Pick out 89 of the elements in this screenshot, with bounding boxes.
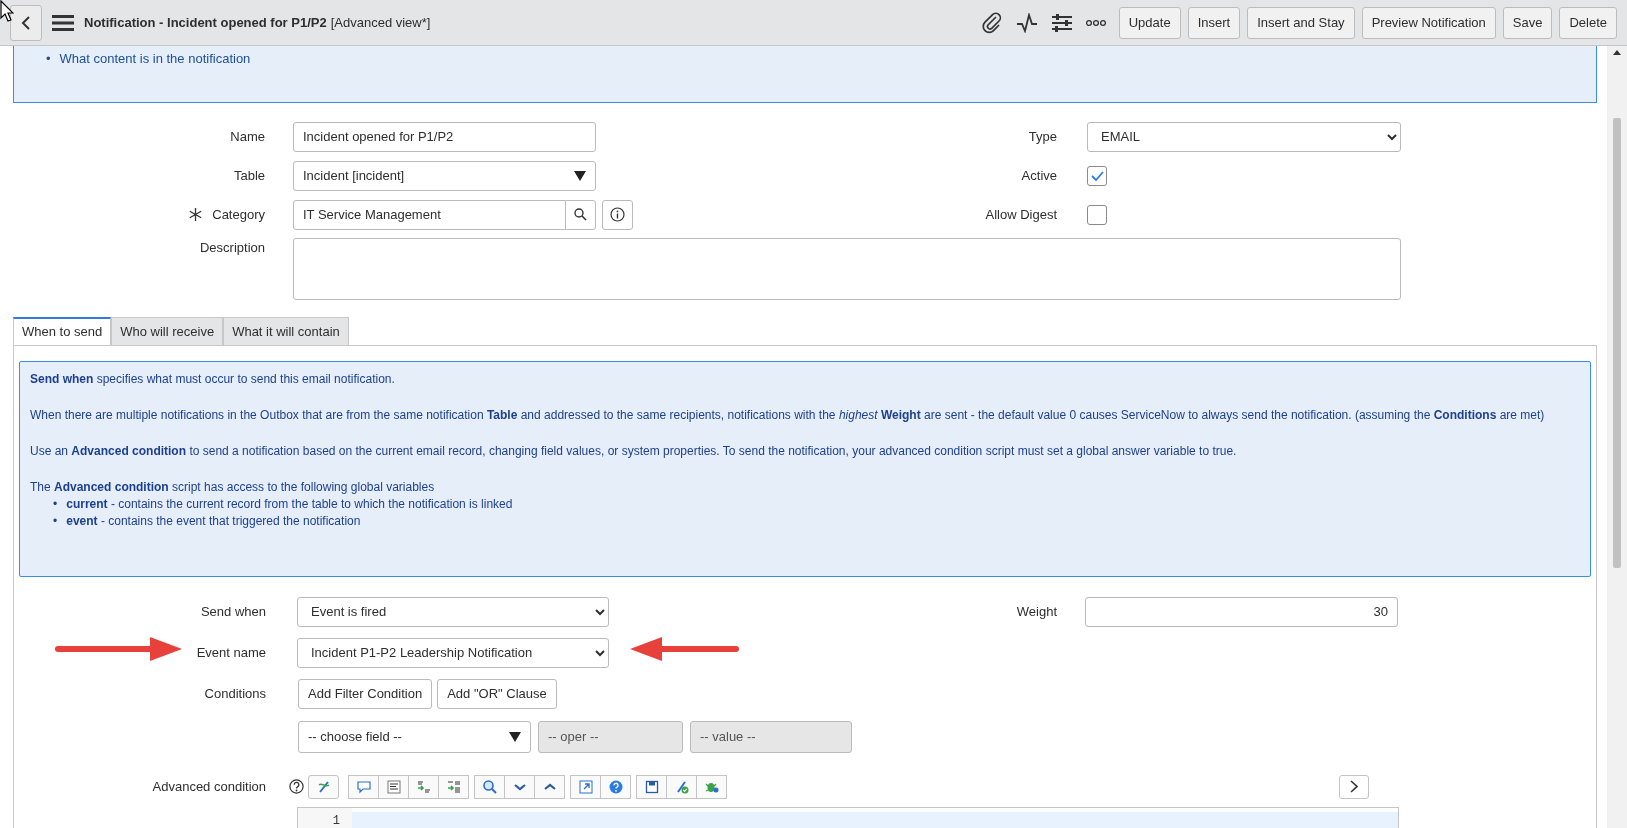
checkmark-icon <box>1090 170 1104 181</box>
toolbar-button[interactable] <box>378 774 409 799</box>
help-circle-icon <box>607 778 624 795</box>
help-text: Use an Advanced condition to send a notification based on the current email record, changing field values, or system properties. To send the notification, your advanced condition script must set a global answer variable to true. <box>30 443 1238 460</box>
bullet: • <box>53 496 58 513</box>
help-text: When there are multiple notifications in the Outbox that are from the same notification Table and addressed to the same recipients, notifications with the highest Weight are sent - the default value 0 causes ServiceNow to always send the notification. (assuming the Conditions are met) <box>30 407 1546 424</box>
field-label: Active <box>1020 166 1057 185</box>
toolbar-button[interactable] <box>696 774 727 799</box>
field-label: Weight <box>1015 602 1057 621</box>
search-icon <box>574 208 587 221</box>
scrollbar-thumb[interactable] <box>1613 118 1621 568</box>
speech-bubble-icon <box>355 778 372 795</box>
record-title: Notification - Incident opened for P1/P2 <box>84 13 327 32</box>
more-icon[interactable] <box>1085 18 1106 27</box>
text-lines-icon <box>385 778 402 795</box>
field-label: Event name <box>196 643 266 662</box>
mouse-pointer-icon <box>0 0 14 22</box>
help-text: Send when specifies what must occur to send this email notification. <box>30 371 396 388</box>
chevron-left-icon <box>21 14 31 31</box>
toolbar-button[interactable] <box>438 774 469 799</box>
type-select[interactable]: EMAIL <box>1087 121 1401 152</box>
bullet: • <box>46 50 51 67</box>
operator-field[interactable]: -- oper -- <box>538 721 683 753</box>
tab[interactable]: Who will receive <box>111 317 224 345</box>
field-label: Type <box>1027 127 1057 146</box>
help-text: current - contains the current record from the table to which the notification is linked <box>66 496 513 513</box>
info-icon <box>610 207 625 222</box>
condition-button[interactable]: Add "OR" Clause <box>437 678 557 709</box>
caret-down-icon <box>509 732 521 742</box>
menu-icon[interactable] <box>52 13 74 32</box>
field-label: Name <box>230 127 265 146</box>
scroll-up-icon[interactable] <box>1613 50 1621 55</box>
toolbar-button[interactable]: Insert <box>1187 6 1241 39</box>
sliders-icon[interactable] <box>1051 12 1072 33</box>
send-when-select[interactable]: Event is fired <box>297 596 609 627</box>
field-label: Table <box>233 166 265 185</box>
search-icon <box>481 778 498 795</box>
value-field[interactable]: -- value -- <box>690 721 852 753</box>
bullet: • <box>53 513 58 530</box>
toolbar-button[interactable] <box>534 774 565 799</box>
help-text: The Advanced condition script has access to the following global variables <box>30 479 436 496</box>
field-label: Advanced condition <box>152 777 266 796</box>
field-label: Allow Digest <box>984 205 1057 224</box>
checkbox[interactable] <box>1087 204 1107 225</box>
expand-icon <box>577 778 594 795</box>
toolbar-button[interactable] <box>600 774 631 799</box>
code-editor[interactable]: 1 <box>297 807 1399 828</box>
view-label: [Advanced view*] <box>330 13 431 32</box>
pulse-icon[interactable] <box>1015 12 1038 33</box>
replace-all-icon <box>445 778 462 795</box>
scrollbar[interactable] <box>1607 46 1627 828</box>
caret-down-icon <box>574 170 586 181</box>
toolbar-button[interactable] <box>636 774 667 799</box>
toolbar-button[interactable]: Delete <box>1559 6 1617 39</box>
toolbar-button[interactable]: Preview Notification <box>1361 6 1496 39</box>
choose-field-select[interactable]: -- choose field -- <box>298 721 531 753</box>
toolbar-button[interactable]: Update <box>1118 6 1181 39</box>
toolbar-button[interactable]: Save <box>1502 6 1553 39</box>
field-label: Description <box>198 239 265 257</box>
line-number: 1 <box>331 813 340 828</box>
description-field[interactable] <box>293 238 1401 300</box>
toolbar-button[interactable] <box>504 774 535 799</box>
toolbar-button[interactable] <box>666 774 697 799</box>
checkbox[interactable] <box>1087 165 1107 186</box>
table-select[interactable]: Incident [incident] <box>293 160 596 191</box>
category-field[interactable]: IT Service Management <box>293 199 566 230</box>
search-button[interactable] <box>565 199 596 230</box>
info-button[interactable] <box>602 199 633 230</box>
name-field[interactable]: Incident opened for P1/P2 <box>293 121 596 152</box>
toolbar-button[interactable] <box>570 774 601 799</box>
help-text: event - contains the event that triggered the notification <box>66 513 361 530</box>
tab[interactable]: When to send <box>13 317 112 345</box>
field-label: Send when <box>200 602 266 621</box>
info-text: What content is in the notification <box>59 50 251 67</box>
toolbar-button[interactable]: Insert and Stay <box>1247 6 1355 39</box>
paperclip-icon[interactable] <box>981 11 1002 34</box>
field-label: Category <box>212 205 265 224</box>
help-icon[interactable] <box>289 779 304 794</box>
toolbar-button[interactable] <box>408 774 439 799</box>
back-button[interactable] <box>10 4 42 41</box>
condition-button[interactable]: Add Filter Condition <box>298 678 433 709</box>
field-label: Conditions <box>204 684 266 703</box>
tab[interactable]: What it will contain <box>223 317 349 345</box>
event-name-select[interactable]: Incident P1-P2 Leadership Notification <box>297 637 609 668</box>
chevron-right-icon <box>1350 780 1358 793</box>
replace-icon <box>415 778 432 795</box>
toolbar-button[interactable] <box>474 774 505 799</box>
weight-field[interactable]: 30 <box>1085 596 1398 627</box>
expand-button[interactable] <box>1339 774 1369 799</box>
